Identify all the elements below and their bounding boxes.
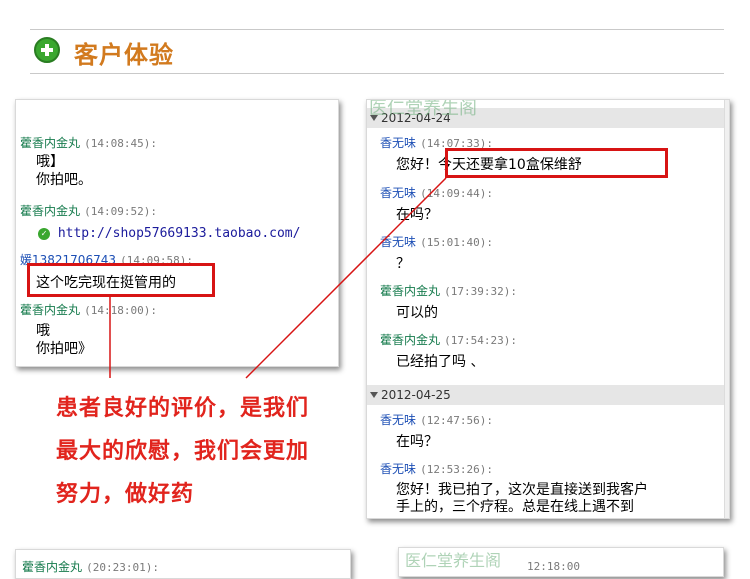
watermark-text: 医仁堂养生阁 [405,551,502,570]
chat-entry: 藿香内金丸 (17:39:32): 可以的 [380,282,517,322]
timestamp: (14:09:44): [420,187,494,200]
top-rule [30,29,724,30]
sender-name: 香无味 [380,413,417,427]
chat-entry: 藿香内金丸 (17:54:23): 已经拍了吗 、 [380,331,517,371]
timestamp: (17:54:23): [444,334,518,347]
header-rule [30,73,724,74]
sender-name: 藿香内金丸 [20,303,81,317]
sender-name: 香无味 [380,186,417,200]
message-line: 哦 [36,323,50,339]
message-line: 您好！我已拍了，这次是直接送到我客户 [396,482,648,498]
chat-entry: 藿香内金丸 (14:18:00): 哦 你拍吧》 [20,301,157,358]
caption-line: 努力，做好药 [56,482,195,507]
timestamp: (17:39:32): [444,285,518,298]
sender-name: 藿香内金丸 [380,333,441,347]
caption-text: 患者良好的评价，是我们 最大的欣慰，我们会更加 努力，做好药 [56,387,356,516]
message-line: ？ [396,256,410,272]
caption-line: 患者良好的评价，是我们 [56,396,310,421]
message-line: 手上的，三个疗程。总是在线上遇不到 [396,499,634,515]
message-line: 你拍吧。 [36,172,92,188]
message-line: 可以的 [396,305,438,321]
timestamp: (12:53:26): [420,463,494,476]
message-line: 哦】 [36,154,64,170]
highlight-box-right [445,148,668,178]
sender-name: 藿香内金丸 [20,204,81,218]
highlight-box-left [27,263,215,297]
sender-name: 藿香内金丸 [380,284,441,298]
message-line: 在吗？ [396,207,438,223]
scrollbar[interactable] [724,100,729,518]
timestamp: 12:18:00 [527,560,580,573]
date-separator: 2012-04-25 [367,385,726,405]
bottom-right-screenshot: 医仁堂养生阁 12:18:00 [398,547,724,577]
chat-entry: 藿香内金丸 (14:09:52): ✓ http://shop57669133.… [20,202,300,243]
message-line: 你拍吧》 [36,341,92,357]
watermark-text: 医仁堂养生阁 [369,99,477,119]
section-title: 客户体验 [74,41,174,69]
timestamp: (14:18:00): [84,304,158,317]
sender-name: 香无味 [380,235,417,249]
timestamp: (15:01:40): [420,236,494,249]
plus-icon [34,37,60,63]
sender-name: 藿香内金丸 [22,560,83,574]
message-line: 在吗？ [396,434,438,450]
timestamp: (12:47:56): [420,414,494,427]
chat-entry: 香无味 (15:01:40): ？ [380,233,493,273]
sender-name: 香无味 [380,136,417,150]
verified-check-icon: ✓ [38,227,50,240]
chat-entry: 香无味 (12:53:26): 您好！我已拍了，这次是直接送到我客户 手上的，三… [380,460,648,516]
timestamp: (20:23:01): [86,561,160,574]
bottom-left-screenshot: 藿香内金丸 (20:23:01): [15,549,351,579]
timestamp: (14:08:45): [84,137,158,150]
chat-entry: 香无味 (14:09:44): 在吗？ [380,184,493,224]
caption-line: 最大的欣慰，我们会更加 [56,439,310,464]
left-chat-screenshot: 藿香内金丸 (14:08:45): 哦】 你拍吧。 藿香内金丸 (14:09:5… [15,99,339,367]
shop-link[interactable]: ✓ http://shop57669133.taobao.com/ [20,225,300,243]
chat-entry: 藿香内金丸 (14:08:45): 哦】 你拍吧。 [20,134,157,189]
sender-name: 香无味 [380,462,417,476]
sender-name: 藿香内金丸 [20,136,81,150]
timestamp: (14:09:52): [84,205,158,218]
chat-entry: 香无味 (12:47:56): 在吗？ [380,411,493,451]
message-line: 已经拍了吗 、 [396,354,485,370]
